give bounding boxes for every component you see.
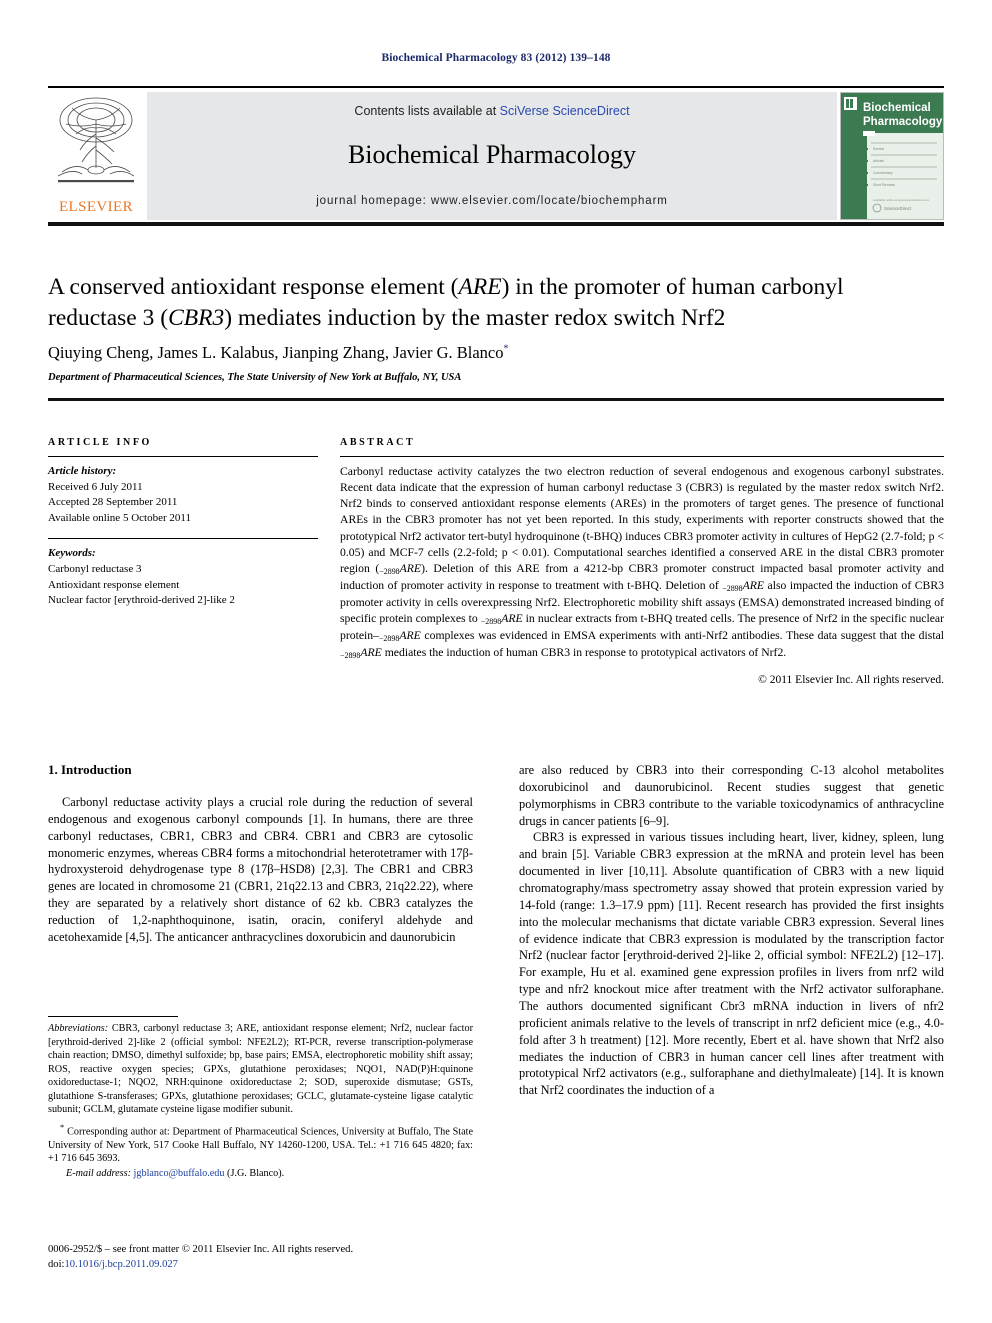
abbreviations-text: CBR3, carbonyl reductase 3; ARE, antioxi… xyxy=(48,1023,473,1116)
corresponding-author-footnote: * Corresponding author at: Department of… xyxy=(48,1122,473,1166)
title-gene-cbr3: CBR3 xyxy=(168,305,225,332)
sciencedirect-link[interactable]: SciVerse ScienceDirect xyxy=(500,104,630,118)
article-history-block: Article history: Received 6 July 2011 Ac… xyxy=(48,464,318,526)
introduction-left-column: 1. Introduction Carbonyl reductase activ… xyxy=(48,762,473,946)
doi-label: doi: xyxy=(48,1259,65,1271)
journal-cover-thumbnail: Biochemical Pharmacology Review Articles… xyxy=(840,92,944,220)
abstract-rule-top xyxy=(340,456,944,457)
title-gene-are: ARE xyxy=(458,274,502,300)
corresponding-author-text: Corresponding author at: Department of P… xyxy=(48,1126,474,1165)
keywords-label: Keywords: xyxy=(48,547,96,560)
abbreviations-footnote: Abbreviations: CBR3, carbonyl reductase … xyxy=(48,1022,473,1117)
title-segment-1: A conserved antioxidant response element… xyxy=(48,274,459,300)
abstract-heading: ABSTRACT xyxy=(340,437,416,448)
masthead-center-panel: Contents lists available at SciVerse Sci… xyxy=(147,92,837,220)
journal-homepage-line[interactable]: journal homepage: www.elsevier.com/locat… xyxy=(147,195,837,207)
article-info-heading: ARTICLE INFO xyxy=(48,437,152,448)
contents-available-line: Contents lists available at SciVerse Sci… xyxy=(147,104,837,118)
svg-text:Available online at www.scienc: Available online at www.sciencedirect.co… xyxy=(873,198,930,202)
keyword-item: Carbonyl reductase 3 xyxy=(48,563,142,576)
svg-text:Biochemical: Biochemical xyxy=(863,102,931,114)
journal-masthead: ELSEVIER Contents lists available at Sci… xyxy=(48,86,944,220)
author-list: Qiuying Cheng, James L. Kalabus, Jianpin… xyxy=(48,343,928,363)
issn-copyright-line: 0006-2952/$ – see front matter © 2011 El… xyxy=(48,1244,354,1255)
elsevier-wordmark: ELSEVIER xyxy=(58,199,134,215)
svg-text:ScienceDirect: ScienceDirect xyxy=(884,206,912,211)
cover-artwork: Biochemical Pharmacology Review Articles… xyxy=(841,93,943,219)
keyword-item: Antioxidant response element xyxy=(48,578,180,591)
elsevier-tree-icon xyxy=(57,97,135,183)
svg-text:Short Reviews: Short Reviews xyxy=(873,183,895,187)
abstract-column: ABSTRACT Carbonyl reductase activity cat… xyxy=(340,437,944,686)
contents-prefix: Contents lists available at xyxy=(354,104,500,118)
svg-text:Review: Review xyxy=(873,147,885,151)
keyword-item: Nuclear factor [erythroid-derived 2]-lik… xyxy=(48,594,235,607)
header-bottom-rule xyxy=(48,398,944,401)
introduction-right-column: are also reduced by CBR3 into their corr… xyxy=(519,762,944,1099)
svg-text:Commentary: Commentary xyxy=(873,171,893,175)
journal-title: Biochemical Pharmacology xyxy=(347,140,637,169)
keywords-block: Keywords: Carbonyl reductase 3 Antioxida… xyxy=(48,546,318,608)
article-info-rule-top xyxy=(48,456,318,457)
front-matter-block: 0006-2952/$ – see front matter © 2011 El… xyxy=(48,1242,488,1272)
section-heading-introduction: 1. Introduction xyxy=(48,762,132,777)
article-history-label: Article history: xyxy=(48,465,117,477)
elsevier-logo: ELSEVIER xyxy=(48,92,144,220)
author-names: Qiuying Cheng, James L. Kalabus, Jianpin… xyxy=(48,343,504,362)
masthead-bottom-rule xyxy=(48,222,944,226)
doi-value[interactable]: 10.1016/j.bcp.2011.09.027 xyxy=(64,1259,177,1270)
email-footnote: E-mail address: jgblanco@buffalo.edu (J.… xyxy=(48,1167,473,1181)
email-label: E-mail address: xyxy=(66,1168,131,1180)
corresponding-marker-icon: * xyxy=(60,1121,65,1132)
abstract-copyright: © 2011 Elsevier Inc. All rights reserved… xyxy=(758,673,944,686)
affiliation: Department of Pharmaceutical Sciences, T… xyxy=(48,372,462,383)
email-suffix: (J.G. Blanco). xyxy=(227,1168,285,1180)
footnote-rule xyxy=(48,1016,178,1017)
footnote-block: Abbreviations: CBR3, carbonyl reductase … xyxy=(48,1016,473,1181)
svg-text:Articles: Articles xyxy=(873,159,884,163)
author-email-link[interactable]: jgblanco@buffalo.edu xyxy=(134,1168,225,1179)
intro-paragraph: are also reduced by CBR3 into their corr… xyxy=(519,763,944,828)
doi-line: doi:10.1016/j.bcp.2011.09.027 xyxy=(48,1257,488,1272)
history-item: Received 6 July 2011 xyxy=(48,480,143,493)
intro-paragraph: Carbonyl reductase activity plays a cruc… xyxy=(48,795,473,944)
page-title: A conserved antioxidant response element… xyxy=(48,272,928,335)
title-segment-3: ) mediates induction by the master redox… xyxy=(224,305,726,332)
article-info-rule-mid xyxy=(48,538,318,540)
abstract-text: Carbonyl reductase activity catalyzes th… xyxy=(340,465,944,660)
article-info-column: ARTICLE INFO Article history: Received 6… xyxy=(48,437,318,621)
running-head: Biochemical Pharmacology 83 (2012) 139–1… xyxy=(381,52,611,64)
intro-paragraph: CBR3 is expressed in various tissues inc… xyxy=(519,830,944,1098)
corresponding-author-marker[interactable]: * xyxy=(504,344,509,355)
abbreviations-label: Abbreviations: xyxy=(48,1023,109,1034)
svg-text:Pharmacology: Pharmacology xyxy=(863,116,943,128)
journal-article-page: Biochemical Pharmacology 83 (2012) 139–1… xyxy=(0,0,992,1323)
history-item: Available online 5 October 2011 xyxy=(48,511,191,524)
history-item: Accepted 28 September 2011 xyxy=(48,496,178,509)
